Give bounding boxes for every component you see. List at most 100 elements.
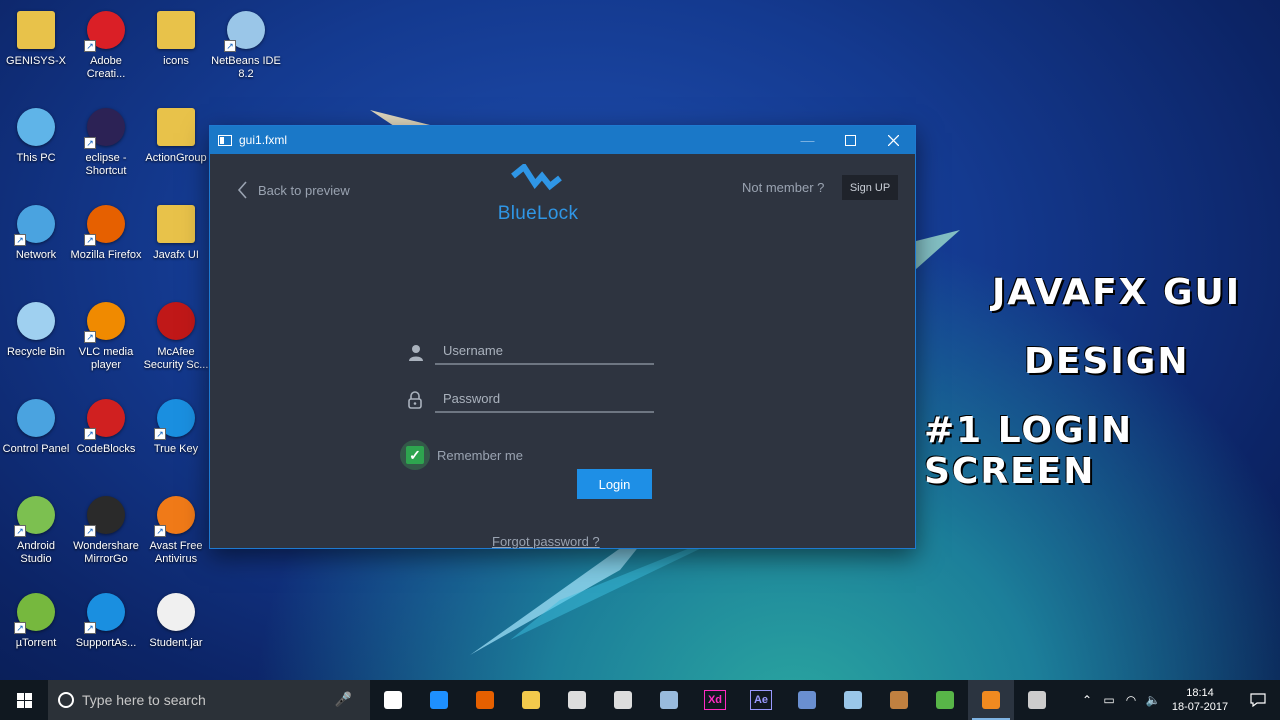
close-button[interactable] [872, 126, 915, 154]
vlc-icon: ↗ [84, 299, 128, 343]
store-icon [568, 691, 586, 709]
desktop-icon-label: Android Studio [17, 540, 55, 565]
desktop-icon[interactable]: GENISYS-X [0, 8, 72, 68]
desktop-icon-label: GENISYS-X [6, 55, 66, 67]
taskbar-xd-button[interactable]: Xd [692, 680, 738, 720]
taskbar-edge-button[interactable] [416, 680, 462, 720]
password-field[interactable]: Password [435, 385, 654, 413]
shortcut-arrow-icon: ↗ [84, 622, 96, 634]
taskbar-app-button[interactable] [876, 680, 922, 720]
chevron-left-icon [237, 181, 247, 199]
desktop-icon-label: µTorrent [15, 637, 57, 649]
taskbar-groove-button[interactable] [600, 680, 646, 720]
desktop-icon[interactable]: ↗ NetBeans IDE 8.2 [210, 8, 282, 81]
volume-icon[interactable]: 🔈 [1142, 693, 1164, 707]
utorrent-icon: ↗ [14, 590, 58, 634]
lock-icon [408, 391, 422, 409]
back-to-preview-link[interactable]: Back to preview [236, 180, 350, 200]
desktop-icon-label: NetBeans IDE 8.2 [211, 55, 281, 80]
edge-icon [430, 691, 448, 709]
cortana-icon [58, 692, 74, 708]
minimize-button[interactable]: — [786, 126, 829, 154]
desktop-icon[interactable]: ↗ Network [0, 202, 72, 262]
shortcut-arrow-icon: ↗ [84, 428, 96, 440]
desktop-icon[interactable]: ↗ Wondershare MirrorGo [70, 493, 142, 566]
username-field[interactable]: Username [435, 337, 654, 365]
clock-time: 18:14 [1186, 687, 1214, 699]
desktop-icon[interactable]: ↗ True Key [140, 396, 212, 456]
computer-icon [14, 105, 58, 149]
search-placeholder: Type here to search [82, 692, 206, 708]
sign-up-button[interactable]: Sign UP [842, 175, 898, 200]
desktop-icon[interactable]: ↗ Adobe Creati... [70, 8, 142, 81]
desktop-icon[interactable]: ↗ eclipse - Shortcut [70, 105, 142, 178]
desktop-icon[interactable]: ↗ VLC media player [70, 299, 142, 372]
taskbar-file-explorer-button[interactable] [508, 680, 554, 720]
taskbar-store-button[interactable] [554, 680, 600, 720]
desktop-icon-label: Javafx UI [153, 249, 199, 261]
clock[interactable]: 18:14 18-07-2017 [1164, 686, 1236, 714]
forgot-password-link[interactable]: Forgot password ? [492, 534, 600, 549]
taskbar-firefox-button[interactable] [462, 680, 508, 720]
desktop-icon[interactable]: ↗ Android Studio [0, 493, 72, 566]
wifi-icon[interactable]: ◠ [1120, 693, 1142, 707]
action-center-icon[interactable] [1236, 693, 1280, 707]
desktop-icon[interactable]: ActionGroup [140, 105, 212, 165]
adobe-cc-icon: ↗ [84, 8, 128, 52]
desktop-icon[interactable]: McAfee Security Sc... [140, 299, 212, 372]
back-label: Back to preview [258, 182, 350, 198]
desktop-icon[interactable]: Control Panel [0, 396, 72, 456]
desktop-icon[interactable]: icons [140, 8, 212, 68]
chevron-up-icon[interactable]: ⌃ [1076, 693, 1098, 707]
desktop-icon[interactable]: ↗ CodeBlocks [70, 396, 142, 456]
shortcut-arrow-icon: ↗ [14, 234, 26, 246]
shortcut-arrow-icon: ↗ [84, 331, 96, 343]
shortcut-arrow-icon: ↗ [84, 40, 96, 52]
remember-me-checkbox[interactable]: ✓ Remember me [400, 440, 523, 470]
desktop-icon[interactable]: Student.jar [140, 590, 212, 650]
taskbar-app-button[interactable] [646, 680, 692, 720]
brand-logo: BlueLock [493, 162, 583, 225]
battery-icon[interactable]: ▭ [1098, 693, 1120, 707]
microphone-icon[interactable]: 🎤 [335, 691, 352, 708]
search-box[interactable]: Type here to search 🎤 [48, 680, 370, 720]
desktop-icon[interactable]: Recycle Bin [0, 299, 72, 359]
taskbar-after-effects-button[interactable]: Ae [738, 680, 784, 720]
taskbar-visual-studio-button[interactable] [784, 680, 830, 720]
desktop-icon-label: Network [15, 249, 57, 261]
control-panel-icon [14, 396, 58, 440]
taskbar-app-button[interactable] [1014, 680, 1060, 720]
taskbar-task-view-button[interactable] [370, 680, 416, 720]
desktop-icon[interactable]: ↗ SupportAs... [70, 590, 142, 650]
not-member-label: Not member ? [742, 180, 825, 195]
overlay-title-line-3: #1 LOGIN SCREEN [924, 410, 1134, 492]
desktop-icon[interactable]: Javafx UI [140, 202, 212, 262]
window-title: gui1.fxml [239, 133, 288, 147]
desktop-icon[interactable]: ↗ Avast Free Antivirus [140, 493, 212, 566]
window-body: Back to preview BlueLock Not member ? Si… [210, 154, 915, 549]
taskbar-netbeans-button[interactable] [830, 680, 876, 720]
start-button[interactable] [0, 680, 48, 720]
shortcut-arrow-icon: ↗ [154, 428, 166, 440]
user-icon [409, 345, 423, 361]
truekey-icon: ↗ [154, 396, 198, 440]
maximize-button[interactable] [829, 126, 872, 154]
android-studio-icon: ↗ [14, 493, 58, 537]
desktop-icon-label: eclipse - Shortcut [85, 152, 127, 177]
login-button[interactable]: Login [577, 469, 652, 499]
checkbox-ripple: ✓ [400, 440, 430, 470]
desktop-icon-label: McAfee Security Sc... [143, 346, 209, 371]
window-app-icon [218, 134, 232, 146]
desktop-icon[interactable]: ↗ Mozilla Firefox [70, 202, 142, 262]
desktop-icon-label: SupportAs... [75, 637, 137, 649]
window-titlebar[interactable]: gui1.fxml — [210, 126, 915, 154]
taskbar-camtasia-button[interactable] [922, 680, 968, 720]
recycle-bin-icon [14, 299, 58, 343]
taskbar-app-button[interactable] [968, 680, 1014, 720]
close-icon [888, 134, 899, 146]
desktop-icon[interactable]: This PC [0, 105, 72, 165]
brand-name: BlueLock [497, 203, 579, 224]
desktop-icon[interactable]: ↗ µTorrent [0, 590, 72, 650]
shortcut-arrow-icon: ↗ [84, 525, 96, 537]
system-tray: ⌃ ▭ ◠ 🔈 18:14 18-07-2017 [1076, 680, 1280, 720]
